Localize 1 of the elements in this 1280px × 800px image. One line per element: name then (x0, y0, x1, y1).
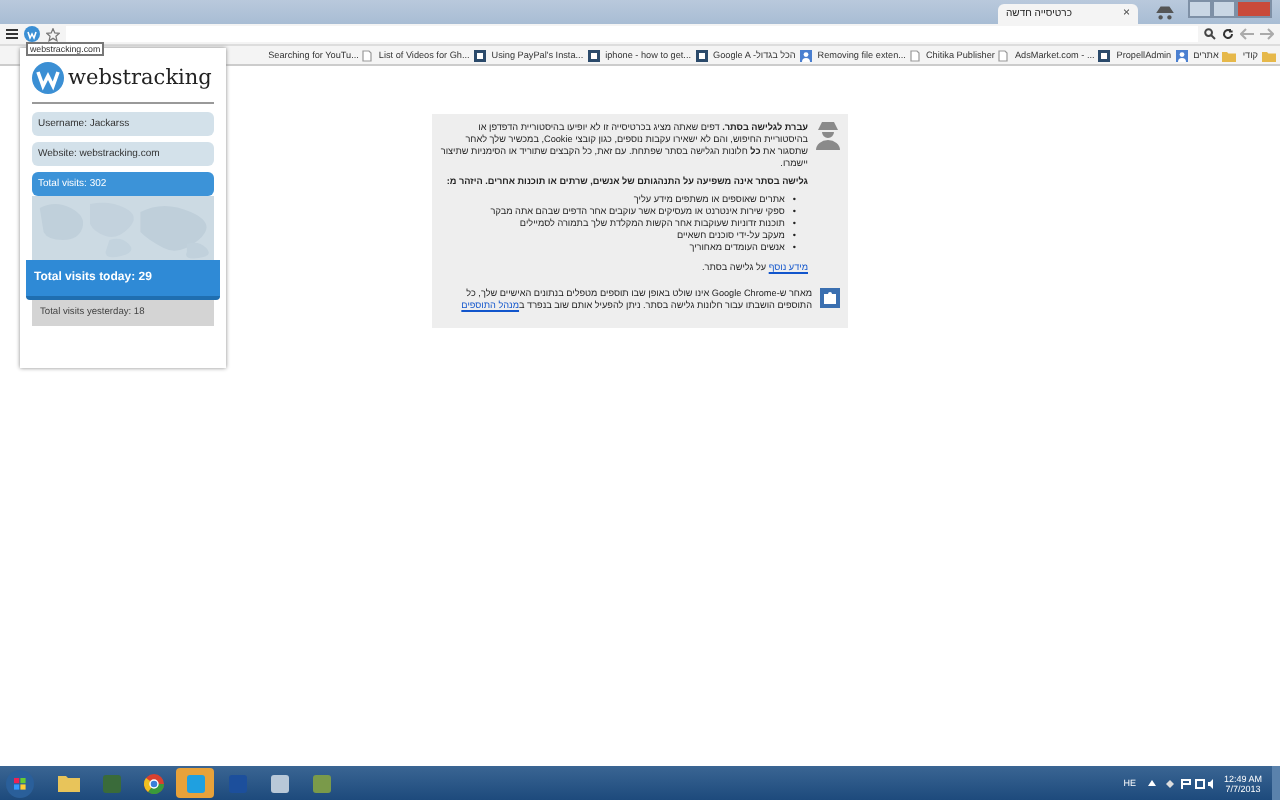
brand-name: webstracking (68, 66, 212, 90)
